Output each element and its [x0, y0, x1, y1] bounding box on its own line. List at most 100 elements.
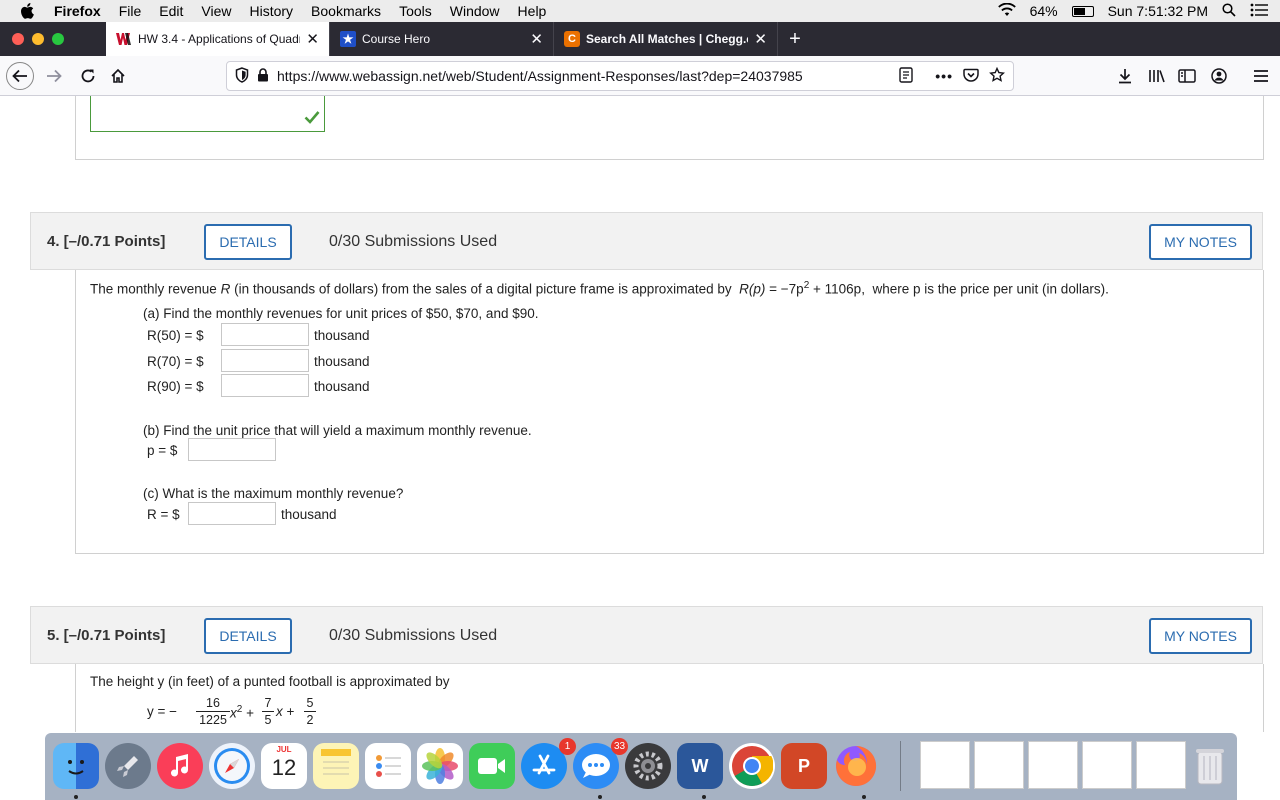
- page-actions-icon[interactable]: •••: [935, 68, 953, 84]
- hamburger-menu-icon[interactable]: [1250, 66, 1272, 86]
- close-tab-icon[interactable]: ✕: [306, 30, 319, 48]
- address-bar[interactable]: https://www.webassign.net/web/Student/As…: [226, 61, 1014, 91]
- equation-term: x +: [276, 704, 295, 719]
- minimize-window-button[interactable]: [32, 33, 44, 45]
- r50-answer-input[interactable]: [221, 323, 309, 346]
- system-preferences-icon[interactable]: [625, 743, 671, 789]
- question-5-body: The height y (in feet) of a punted footb…: [75, 664, 1264, 732]
- question-4-body: The monthly revenue R (in thousands of d…: [75, 270, 1264, 554]
- word-icon[interactable]: W: [677, 743, 723, 789]
- menu-file[interactable]: File: [119, 3, 142, 19]
- zoom-window-button[interactable]: [52, 33, 64, 45]
- close-window-button[interactable]: [12, 33, 24, 45]
- row-label: R(70) = $: [147, 354, 204, 369]
- running-indicator: [862, 795, 866, 799]
- question-title: 4. [–/0.71 Points]: [47, 233, 166, 250]
- close-tab-icon[interactable]: ✕: [754, 30, 767, 48]
- firefox-icon[interactable]: [833, 743, 879, 789]
- tab-title: Course Hero: [362, 32, 431, 46]
- details-button[interactable]: DETAILS: [204, 618, 292, 654]
- forward-icon[interactable]: [40, 62, 68, 90]
- unit-label: thousand: [281, 507, 337, 522]
- part-c-prompt: (c) What is the maximum monthly revenue?: [143, 486, 404, 501]
- menu-help[interactable]: Help: [518, 3, 547, 19]
- my-notes-button[interactable]: MY NOTES: [1149, 618, 1252, 654]
- minimized-window-thumbnail[interactable]: [1082, 741, 1132, 789]
- safari-icon[interactable]: [209, 743, 255, 789]
- photos-icon[interactable]: [417, 743, 463, 789]
- r90-answer-input[interactable]: [221, 374, 309, 397]
- running-indicator: [598, 795, 602, 799]
- battery-percent: 64%: [1029, 3, 1058, 19]
- part-b-prompt: (b) Find the unit price that will yield …: [143, 423, 532, 438]
- home-icon[interactable]: [104, 62, 132, 90]
- menu-view[interactable]: View: [201, 3, 231, 19]
- tracking-protection-shield-icon[interactable]: [235, 66, 249, 86]
- calendar-day: 12: [271, 755, 297, 780]
- reader-view-icon[interactable]: [899, 66, 913, 86]
- close-tab-icon[interactable]: ✕: [530, 30, 543, 48]
- chrome-icon[interactable]: [729, 743, 775, 789]
- reminders-icon[interactable]: [365, 743, 411, 789]
- facetime-icon[interactable]: [469, 743, 515, 789]
- r70-answer-input[interactable]: [221, 349, 309, 372]
- tab-title: HW 3.4 - Applications of Quadrat: [138, 32, 301, 46]
- downloads-icon[interactable]: [1114, 66, 1136, 86]
- notes-icon[interactable]: [313, 743, 359, 789]
- bookmark-star-icon[interactable]: [989, 66, 1006, 86]
- tab-course-hero[interactable]: ★ Course Hero ✕: [330, 22, 554, 56]
- launchpad-icon[interactable]: [105, 743, 151, 789]
- tab-webassign[interactable]: HW 3.4 - Applications of Quadrat ✕: [106, 22, 330, 56]
- calendar-icon[interactable]: JUL 12: [261, 743, 307, 789]
- battery-icon[interactable]: [1071, 5, 1094, 17]
- spotlight-search-icon[interactable]: [1222, 2, 1236, 20]
- music-icon[interactable]: [157, 743, 203, 789]
- details-button[interactable]: DETAILS: [204, 224, 292, 260]
- apple-icon[interactable]: [20, 3, 34, 19]
- fraction: 52: [304, 696, 316, 727]
- star-icon: ★: [340, 31, 356, 47]
- tab-title: Search All Matches | Chegg.com: [586, 32, 748, 46]
- library-icon[interactable]: [1146, 66, 1168, 86]
- running-indicator: [74, 795, 78, 799]
- menu-history[interactable]: History: [249, 3, 293, 19]
- menu-tools[interactable]: Tools: [399, 3, 432, 19]
- row-label: R(50) = $: [147, 328, 204, 343]
- minimized-window-thumbnail[interactable]: [920, 741, 970, 789]
- powerpoint-icon[interactable]: P: [781, 743, 827, 789]
- fraction: 75: [262, 696, 274, 727]
- new-tab-button[interactable]: +: [778, 22, 812, 56]
- question-prompt: The monthly revenue R (in thousands of d…: [90, 280, 1109, 297]
- lock-icon[interactable]: [257, 67, 269, 85]
- minimized-window-thumbnail[interactable]: [1028, 741, 1078, 789]
- account-icon[interactable]: [1208, 66, 1230, 86]
- p-answer-input[interactable]: [188, 438, 276, 461]
- notification-center-icon[interactable]: [1250, 3, 1268, 20]
- wifi-icon[interactable]: [997, 2, 1016, 20]
- minimized-window-thumbnail[interactable]: [1136, 741, 1186, 789]
- my-notes-button[interactable]: MY NOTES: [1149, 224, 1252, 260]
- menu-edit[interactable]: Edit: [159, 3, 183, 19]
- url-text[interactable]: https://www.webassign.net/web/Student/As…: [277, 68, 899, 84]
- minimized-window-thumbnail[interactable]: [974, 741, 1024, 789]
- row-label: R(90) = $: [147, 379, 204, 394]
- tab-chegg[interactable]: C Search All Matches | Chegg.com ✕: [554, 22, 778, 56]
- correct-check-icon: [304, 110, 320, 129]
- pocket-icon[interactable]: [963, 68, 979, 85]
- menu-window[interactable]: Window: [450, 3, 500, 19]
- previous-answer-field[interactable]: [90, 96, 325, 132]
- menu-bookmarks[interactable]: Bookmarks: [311, 3, 381, 19]
- trash-icon[interactable]: [1187, 743, 1233, 789]
- dock: JUL 12 1 33 W P: [45, 733, 1237, 800]
- back-icon[interactable]: [6, 62, 34, 90]
- menu-bar: Firefox File Edit View History Bookmarks…: [0, 0, 1280, 22]
- r-max-answer-input[interactable]: [188, 502, 276, 525]
- menu-app-name[interactable]: Firefox: [54, 3, 101, 19]
- reload-icon[interactable]: [74, 62, 102, 90]
- finder-icon[interactable]: [53, 743, 99, 789]
- sidebar-icon[interactable]: [1176, 66, 1198, 86]
- clock[interactable]: Sun 7:51:32 PM: [1108, 3, 1208, 19]
- part-a-prompt: (a) Find the monthly revenues for unit p…: [143, 306, 539, 321]
- app-store-badge: 1: [559, 738, 576, 755]
- tab-strip: HW 3.4 - Applications of Quadrat ✕ ★ Cou…: [0, 22, 1280, 56]
